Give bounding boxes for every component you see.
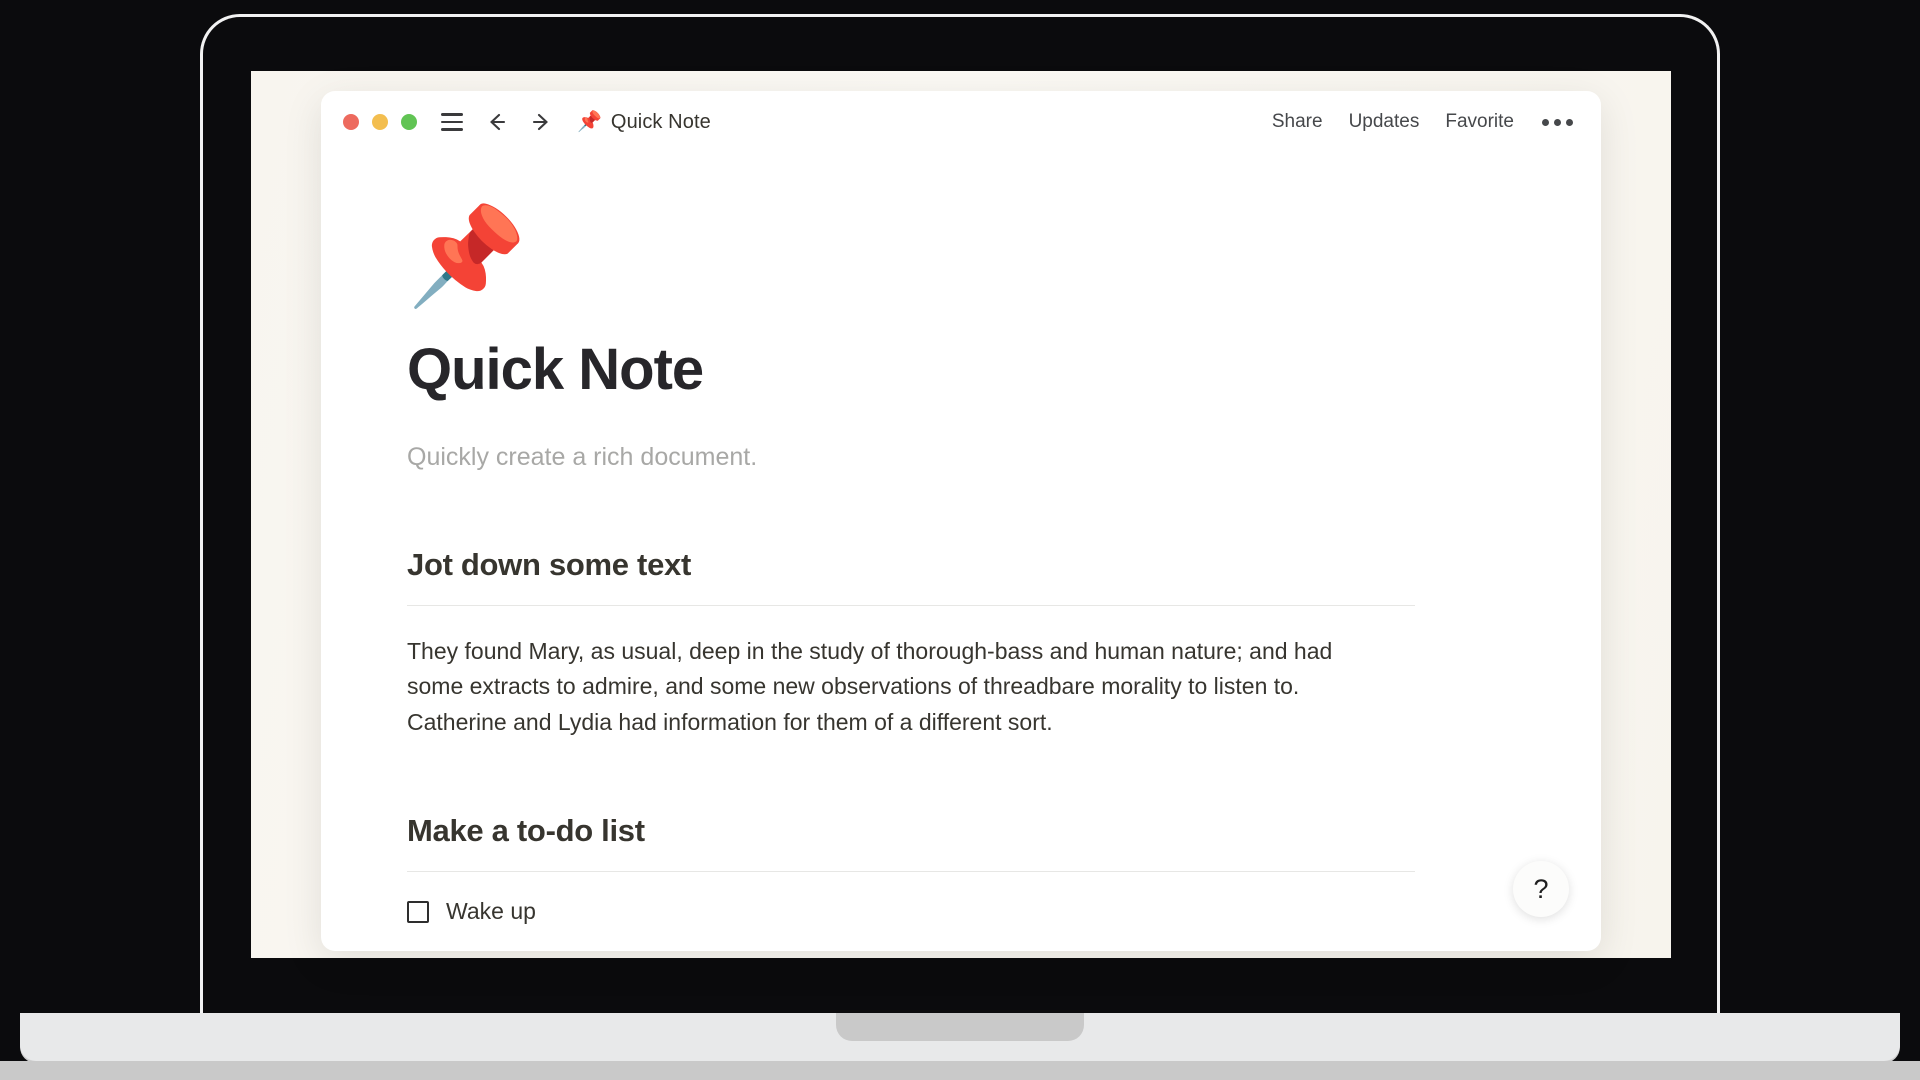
arrow-right-icon[interactable] (527, 107, 557, 137)
screenshot-stage: 📌 Quick Note Share Updates Favorite 📌 Qu… (0, 0, 1920, 1080)
document-body: 📌 Quick Note Quickly create a rich docum… (321, 153, 1601, 925)
maximize-window-button[interactable] (401, 114, 417, 130)
section-divider (407, 871, 1415, 873)
share-button[interactable]: Share (1272, 111, 1323, 133)
section-heading-make-a-to-do-list[interactable]: Make a to-do list (407, 813, 1515, 849)
close-window-button[interactable] (343, 114, 359, 130)
favorite-button[interactable]: Favorite (1445, 111, 1514, 133)
help-button[interactable]: ? (1513, 861, 1569, 917)
section-heading-jot-down-some-text[interactable]: Jot down some text (407, 547, 1515, 583)
todo-label[interactable]: Wake up (446, 898, 536, 925)
app-window: 📌 Quick Note Share Updates Favorite 📌 Qu… (321, 91, 1601, 951)
list-item[interactable]: Wake up (407, 898, 1515, 925)
breadcrumb-title: Quick Note (610, 110, 711, 133)
page-title[interactable]: Quick Note (407, 337, 1515, 403)
breadcrumb[interactable]: 📌 Quick Note (577, 111, 711, 134)
arrow-left-icon[interactable] (481, 107, 511, 137)
page-subtitle[interactable]: Quickly create a rich document. (407, 441, 1515, 475)
updates-button[interactable]: Updates (1349, 111, 1420, 133)
todo-checkbox[interactable] (407, 900, 429, 923)
navigation-arrows (481, 107, 563, 137)
minimize-window-button[interactable] (372, 114, 388, 130)
ellipsis-icon[interactable] (1540, 115, 1575, 130)
laptop-base-notch (836, 1013, 1084, 1041)
hamburger-icon[interactable] (437, 107, 467, 137)
document-icon-pushpin-icon[interactable]: 📌 (407, 206, 1515, 308)
pushpin-icon: 📌 (577, 111, 602, 133)
titlebar-actions: Share Updates Favorite (1272, 111, 1575, 133)
window-titlebar: 📌 Quick Note Share Updates Favorite (321, 91, 1601, 153)
traffic-light-group (343, 114, 417, 130)
section-paragraph[interactable]: They found Mary, as usual, deep in the s… (407, 634, 1387, 742)
section-divider (407, 604, 1415, 606)
laptop-foot (0, 1061, 1920, 1080)
